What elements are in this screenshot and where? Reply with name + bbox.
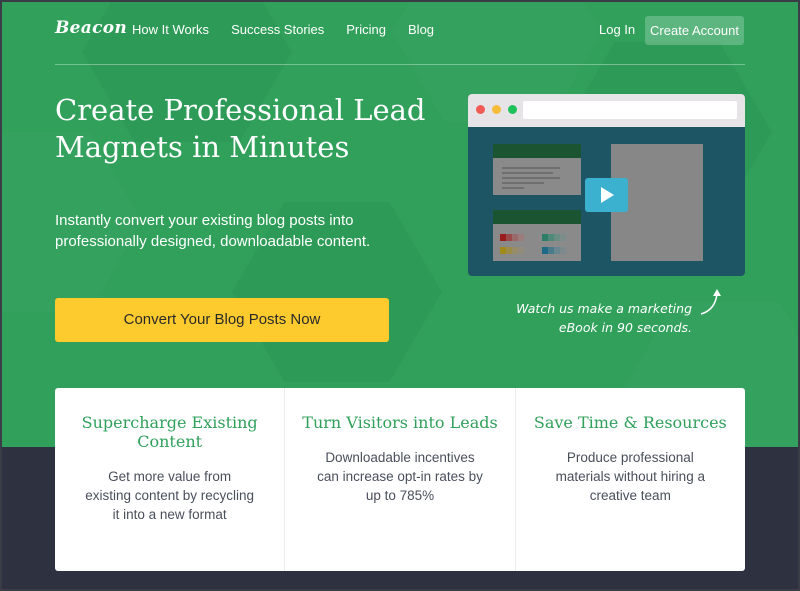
feature-title: Supercharge Existing Content [81, 413, 258, 451]
feature-title: Save Time & Resources [533, 413, 727, 432]
video-caption: Watch us make a marketing eBook in 90 se… [516, 301, 692, 335]
curved-arrow-icon [700, 289, 721, 315]
nav-how-it-works[interactable]: How It Works [132, 22, 209, 37]
convert-posts-button[interactable]: Convert Your Blog Posts Now [55, 298, 389, 342]
mock-text-panel [493, 144, 581, 195]
minimize-dot-icon [492, 105, 501, 114]
hero-subheadline: Instantly convert your existing blog pos… [55, 212, 371, 250]
video-thumbnail[interactable] [468, 94, 745, 276]
mock-browser-toolbar [468, 94, 745, 127]
feature-body: Downloadable incentives can increase opt… [317, 450, 483, 503]
feature-supercharge: Supercharge Existing Content Get more va… [55, 388, 286, 571]
browser-window: Beacon How It Works Success Stories Pric… [0, 0, 800, 591]
hero-headline: Create Professional Lead Magnets in Minu… [55, 93, 426, 164]
hero-section: Beacon How It Works Success Stories Pric… [2, 2, 798, 447]
feature-body: Get more value from existing content by … [85, 469, 255, 522]
mock-swatch-panel [493, 210, 581, 261]
feature-visitors-leads: Turn Visitors into Leads Downloadable in… [285, 388, 516, 571]
login-link[interactable]: Log In [599, 22, 635, 37]
feature-title: Turn Visitors into Leads [302, 413, 498, 432]
header-divider [55, 64, 745, 65]
main-nav: How It Works Success Stories Pricing Blo… [132, 22, 456, 37]
logo[interactable]: Beacon [55, 18, 127, 38]
nav-blog[interactable]: Blog [408, 22, 434, 37]
feature-save-time: Save Time & Resources Produce profession… [516, 388, 745, 571]
feature-body: Produce professional materials without h… [555, 450, 705, 503]
mock-address-bar [523, 101, 737, 119]
features-card: Supercharge Existing Content Get more va… [55, 388, 745, 571]
nav-success-stories[interactable]: Success Stories [231, 22, 324, 37]
close-dot-icon [476, 105, 485, 114]
play-button-icon[interactable] [585, 178, 628, 212]
maximize-dot-icon [508, 105, 517, 114]
create-account-button[interactable]: Create Account [645, 16, 744, 45]
nav-pricing[interactable]: Pricing [346, 22, 386, 37]
